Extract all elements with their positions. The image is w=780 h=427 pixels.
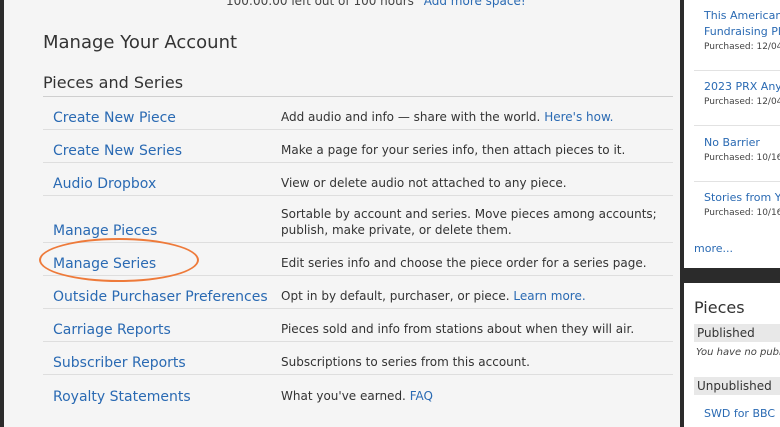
audio-dropbox-link[interactable]: Audio Dropbox — [53, 176, 156, 192]
row-carriage-reports: Carriage Reports Pieces sold and info fr… — [43, 309, 673, 342]
unpublished-item[interactable]: SWD for BBC — [704, 407, 775, 420]
row-subscriber-reports: Subscriber Reports Subscriptions to seri… — [43, 342, 673, 375]
learn-more-link[interactable]: Learn more. — [513, 289, 585, 303]
purchases-card: This American L Fundraising Ple Purchase… — [684, 0, 780, 268]
row-description: Make a page for your series info, then a… — [281, 143, 626, 157]
row-audio-dropbox: Audio Dropbox View or delete audio not a… — [43, 163, 673, 196]
quota-text: 100:00:00 left out of 100 hours — [226, 0, 414, 8]
heres-how-link[interactable]: Here's how. — [544, 110, 613, 124]
row-description: Edit series info and choose the piece or… — [281, 256, 647, 270]
section-title: Pieces and Series — [43, 73, 184, 92]
royalty-statements-link[interactable]: Royalty Statements — [53, 389, 191, 405]
page-title: Manage Your Account — [43, 32, 238, 53]
carriage-reports-link[interactable]: Carriage Reports — [53, 322, 171, 338]
storage-quota: 100:00:00 left out of 100 hours Add more… — [226, 0, 526, 8]
row-description: Opt in by default, purchaser, or piece. … — [281, 289, 586, 303]
main-panel: 100:00:00 left out of 100 hours Add more… — [4, 0, 680, 427]
row-description: What you've earned. FAQ — [281, 389, 433, 403]
highlight-annotation — [39, 238, 199, 282]
row-manage-pieces: Manage Pieces Sortable by account and se… — [43, 196, 673, 243]
sidebar: This American L Fundraising Ple Purchase… — [684, 0, 780, 427]
row-create-new-series: Create New Series Make a page for your s… — [43, 130, 673, 163]
create-new-piece-link[interactable]: Create New Piece — [53, 110, 176, 126]
divider — [694, 125, 780, 126]
purchase-item[interactable]: This American L Fundraising Ple Purchase… — [704, 8, 780, 52]
row-royalty-statements: Royalty Statements What you've earned. F… — [43, 375, 673, 408]
row-description: Pieces sold and info from stations about… — [281, 322, 635, 336]
published-header: Published — [694, 324, 780, 342]
subscriber-reports-link[interactable]: Subscriber Reports — [53, 355, 186, 371]
row-description: Subscriptions to series from this accoun… — [281, 355, 530, 369]
pieces-title: Pieces — [694, 298, 745, 317]
row-description: View or delete audio not attached to any… — [281, 176, 567, 190]
outside-purchaser-preferences-link[interactable]: Outside Purchaser Preferences — [53, 289, 268, 305]
row-create-new-piece: Create New Piece Add audio and info — sh… — [43, 97, 673, 130]
manage-pieces-link[interactable]: Manage Pieces — [53, 223, 157, 239]
purchase-item[interactable]: Stories from Yo Purchased: 10/16 — [704, 190, 780, 218]
published-empty-text: You have no publ — [696, 347, 780, 358]
unpublished-header: Unpublished — [694, 377, 780, 395]
pieces-card: Pieces Published You have no publ Unpubl… — [684, 283, 780, 427]
faq-link[interactable]: FAQ — [410, 389, 433, 403]
divider — [694, 181, 780, 182]
create-new-series-link[interactable]: Create New Series — [53, 143, 182, 159]
more-link[interactable]: more... — [694, 242, 733, 255]
purchase-item[interactable]: No Barrier Purchased: 10/16 — [704, 135, 780, 163]
purchase-item[interactable]: 2023 PRX Anyti Purchased: 12/04 — [704, 79, 780, 107]
row-description: Sortable by account and series. Move pie… — [281, 207, 657, 237]
row-description: Add audio and info — share with the worl… — [281, 110, 614, 124]
divider — [694, 70, 780, 71]
add-space-link[interactable]: Add more space! — [424, 0, 526, 8]
